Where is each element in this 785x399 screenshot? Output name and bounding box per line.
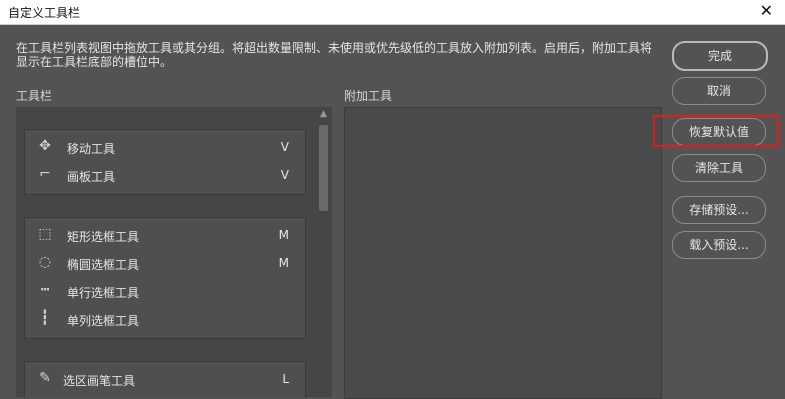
tool-shortcut: M — [278, 256, 289, 270]
rect-marquee-icon: ⬚ — [38, 226, 52, 242]
tool-group-selection-brush[interactable]: ✎ 选区画笔工具 L — [24, 361, 306, 398]
tool-item[interactable]: ⌐ 画板工具 V — [25, 162, 305, 190]
clear-tools-button[interactable]: 清除工具 — [672, 154, 766, 182]
tool-name: 选区画笔工具 — [63, 374, 136, 388]
scrollbar-thumb[interactable] — [319, 125, 328, 211]
dialog-body: 在工具栏列表视图中拖放工具或其分组。将超出数量限制、未使用或优先级低的工具放入附… — [0, 25, 785, 399]
artboard-icon: ⌐ — [39, 166, 51, 182]
tool-name: 矩形选框工具 — [67, 230, 140, 244]
tool-item[interactable]: ✎ 选区画笔工具 L — [25, 366, 305, 394]
tool-item[interactable]: ⬚ 矩形选框工具 M — [25, 222, 305, 250]
highlight-box — [653, 115, 779, 147]
title-bar: 自定义工具栏 ✕ — [0, 0, 785, 25]
tool-item[interactable]: ◌ 椭圆选框工具 M — [25, 250, 305, 278]
tool-item[interactable]: ┇ 单列选框工具 — [25, 306, 305, 334]
selection-brush-icon: ✎ — [39, 370, 51, 386]
instructions-text: 在工具栏列表视图中拖放工具或其分组。将超出数量限制、未使用或优先级低的工具放入附… — [16, 41, 653, 69]
tool-item[interactable]: ┅ 单行选框工具 — [25, 278, 305, 306]
move-icon: ✥ — [39, 138, 51, 154]
tool-shortcut: V — [280, 140, 289, 154]
done-button[interactable]: 完成 — [672, 41, 768, 71]
extra-tools-list[interactable] — [344, 107, 662, 399]
toolbar-list-label: 工具栏 — [16, 89, 53, 103]
tool-name: 椭圆选框工具 — [67, 258, 140, 272]
close-icon[interactable]: ✕ — [760, 1, 773, 20]
ellipse-marquee-icon: ◌ — [38, 254, 52, 270]
tool-group-marquee[interactable]: ⬚ 矩形选框工具 M ◌ 椭圆选框工具 M ┅ 单行选框工具 ┇ 单列选框工具 — [24, 217, 306, 339]
window-title: 自定义工具栏 — [8, 6, 81, 20]
single-column-marquee-icon: ┇ — [40, 310, 50, 326]
cancel-button[interactable]: 取消 — [672, 77, 766, 105]
tool-name: 单行选框工具 — [67, 286, 140, 300]
single-row-marquee-icon: ┅ — [40, 282, 50, 298]
tool-shortcut: L — [282, 372, 289, 386]
tool-name: 移动工具 — [67, 142, 116, 156]
tool-shortcut: M — [278, 228, 289, 242]
tool-name: 画板工具 — [67, 170, 116, 184]
tool-name: 单列选框工具 — [67, 314, 140, 328]
load-preset-button[interactable]: 载入预设... — [672, 231, 766, 259]
extra-tools-label: 附加工具 — [344, 89, 393, 103]
scroll-up-icon[interactable]: ▲ — [318, 109, 329, 120]
tool-shortcut: V — [280, 168, 289, 182]
tool-item[interactable]: ✥ 移动工具 V — [25, 134, 305, 162]
save-preset-button[interactable]: 存储预设... — [672, 196, 766, 224]
tool-group-move[interactable]: ✥ 移动工具 V ⌐ 画板工具 V — [24, 129, 306, 195]
